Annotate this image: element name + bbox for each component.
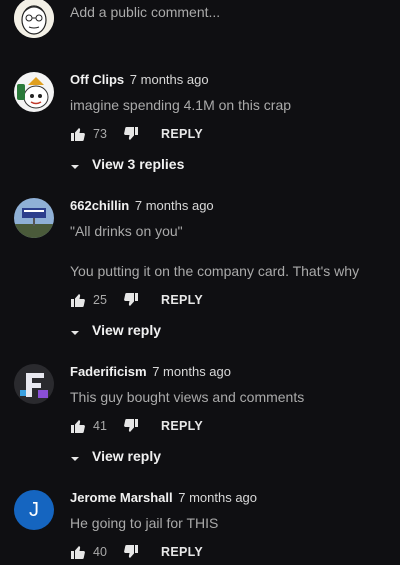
comment-text: He going to jail for THIS (70, 515, 219, 531)
comment-author[interactable]: Off Clips (70, 72, 124, 87)
comment-text-line-2: You putting it on the company card. That… (70, 263, 360, 279)
view-replies-label: View 3 replies (92, 156, 185, 172)
comment-author[interactable]: Jerome Marshall (70, 490, 173, 505)
comment-author[interactable]: Faderificism (70, 364, 147, 379)
reply-button[interactable]: REPLY (161, 127, 203, 141)
thumbs-down-icon[interactable] (123, 418, 139, 434)
thumbs-up-icon[interactable] (70, 544, 86, 560)
like-count: 25 (93, 293, 107, 307)
thumbs-up-icon[interactable] (70, 418, 86, 434)
thumbs-up-icon[interactable] (70, 292, 86, 308)
like-count: 73 (93, 127, 107, 141)
photo-avatar-icon (14, 198, 54, 238)
avatar[interactable] (14, 364, 54, 404)
cartoon-avatar-icon (14, 72, 54, 112)
add-comment-row: Add a public comment... (14, 0, 386, 40)
thumbs-down-icon[interactable] (123, 292, 139, 308)
comment-time[interactable]: 7 months ago (135, 198, 214, 213)
comment-text: imagine spending 4.1M on this crap (70, 97, 292, 113)
add-comment-input[interactable]: Add a public comment... (70, 4, 220, 20)
logo-avatar-icon (14, 364, 54, 404)
user-avatar (14, 0, 54, 38)
comment-time[interactable]: 7 months ago (130, 72, 209, 87)
avatar[interactable] (14, 72, 54, 112)
view-replies-button[interactable]: View 3 replies (70, 154, 394, 174)
avatar[interactable] (14, 198, 54, 238)
wojak-avatar-icon (14, 0, 54, 38)
view-replies-label: View reply (92, 448, 162, 464)
view-replies-label: View reply (92, 322, 162, 338)
avatar-letter: J (29, 498, 39, 521)
thumbs-up-icon[interactable] (70, 126, 86, 142)
reply-button[interactable]: REPLY (161, 545, 203, 559)
view-replies-button[interactable]: View reply (70, 320, 394, 340)
comment-text: "All drinks on you" (70, 223, 183, 239)
chevron-down-icon (70, 451, 80, 461)
chevron-down-icon (70, 325, 80, 335)
comment-author[interactable]: 662chillin (70, 198, 129, 213)
comment-text: This guy bought views and comments (70, 389, 305, 405)
reply-button[interactable]: REPLY (161, 293, 203, 307)
like-count: 41 (93, 419, 107, 433)
like-count: 40 (93, 545, 107, 559)
thumbs-down-icon[interactable] (123, 126, 139, 142)
view-replies-button[interactable]: View reply (70, 446, 394, 466)
reply-button[interactable]: REPLY (161, 419, 203, 433)
comment-time[interactable]: 7 months ago (178, 490, 257, 505)
thumbs-down-icon[interactable] (123, 544, 139, 560)
avatar[interactable]: J (14, 490, 54, 530)
chevron-down-icon (70, 159, 80, 169)
comment-time[interactable]: 7 months ago (152, 364, 231, 379)
